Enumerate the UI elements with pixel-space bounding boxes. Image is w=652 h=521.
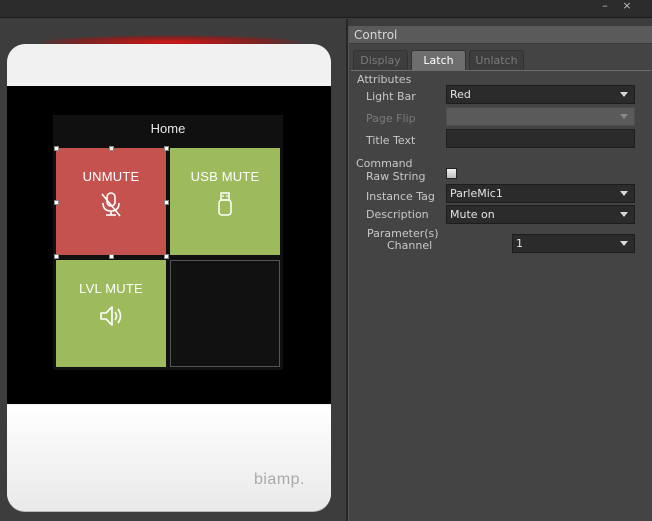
chevron-down-icon: [620, 212, 628, 217]
light-bar-value: Red: [450, 88, 471, 101]
page-flip-dropdown: [446, 107, 635, 126]
channel-label: Channel: [387, 239, 433, 252]
chevron-down-icon: [620, 92, 628, 97]
tab-unlatch[interactable]: Unlatch: [469, 50, 524, 70]
tab-underline: [351, 70, 651, 71]
empty-tile[interactable]: [170, 260, 280, 367]
mic-muted-icon: [101, 192, 121, 217]
lvl-mute-button[interactable]: LVL MUTE: [56, 260, 166, 367]
title-text-input[interactable]: [446, 129, 635, 148]
title-text-label: Title Text: [366, 134, 416, 147]
command-section-label: Command: [356, 157, 413, 170]
description-label: Description: [366, 208, 429, 221]
raw-string-label: Raw String: [366, 170, 426, 183]
instance-tag-dropdown[interactable]: ParleMic1: [446, 184, 635, 203]
selection-handle[interactable]: [54, 254, 59, 259]
close-icon[interactable]: ×: [620, 0, 634, 14]
device-preview-area: Home UNMUTE USB MUTE LVL MUTE biamp.: [0, 19, 346, 521]
app-window: – × Home UNMUTE USB MUTE LVL MUTE biamp.…: [0, 0, 652, 521]
speaker-icon: [100, 306, 122, 326]
control-panel: Control Display Latch Unlatch Attributes…: [348, 26, 652, 521]
biamp-logo: biamp.: [253, 471, 305, 488]
light-bar-label: Light Bar: [366, 90, 416, 103]
touch-panel-device: Home UNMUTE USB MUTE LVL MUTE biamp.: [7, 44, 331, 511]
description-value: Mute on: [450, 208, 495, 221]
selection-handle[interactable]: [109, 146, 114, 151]
selection-handle[interactable]: [109, 254, 114, 259]
selection-handle[interactable]: [54, 200, 59, 205]
device-screen: Home UNMUTE USB MUTE LVL MUTE: [7, 86, 331, 404]
tab-display[interactable]: Display: [353, 50, 408, 70]
selection-handle[interactable]: [164, 146, 169, 151]
selection-handle[interactable]: [54, 146, 59, 151]
description-dropdown[interactable]: Mute on: [446, 205, 635, 224]
channel-value: 1: [516, 237, 523, 250]
page-flip-label: Page Flip: [366, 112, 416, 125]
instance-tag-label: Instance Tag: [366, 190, 435, 203]
chevron-down-icon: [620, 114, 628, 119]
unmute-button[interactable]: UNMUTE: [56, 148, 166, 255]
attributes-section-label: Attributes: [357, 73, 412, 86]
tab-latch[interactable]: Latch: [411, 50, 466, 70]
minimize-icon[interactable]: –: [598, 0, 612, 14]
usb-mute-button[interactable]: USB MUTE: [170, 148, 280, 255]
page-title: Home: [150, 121, 186, 136]
device-bezel-bottom: [7, 405, 331, 511]
channel-dropdown[interactable]: 1: [512, 234, 635, 253]
page-panel[interactable]: Home UNMUTE USB MUTE LVL MUTE: [53, 115, 283, 370]
raw-string-checkbox[interactable]: [446, 168, 457, 179]
control-tabs: Display Latch Unlatch: [353, 50, 652, 70]
light-bar-dropdown[interactable]: Red: [446, 85, 635, 104]
selection-handle[interactable]: [164, 200, 169, 205]
tile-label: UNMUTE: [82, 169, 140, 184]
chevron-down-icon: [620, 191, 628, 196]
usb-stick-icon: [218, 192, 232, 216]
chevron-down-icon: [620, 241, 628, 246]
instance-tag-value: ParleMic1: [450, 187, 503, 200]
tile-label: LVL MUTE: [79, 281, 143, 296]
tile-label: USB MUTE: [190, 169, 260, 184]
control-panel-title: Control: [349, 26, 652, 44]
selection-handle[interactable]: [164, 254, 169, 259]
title-bar: – ×: [0, 0, 652, 18]
